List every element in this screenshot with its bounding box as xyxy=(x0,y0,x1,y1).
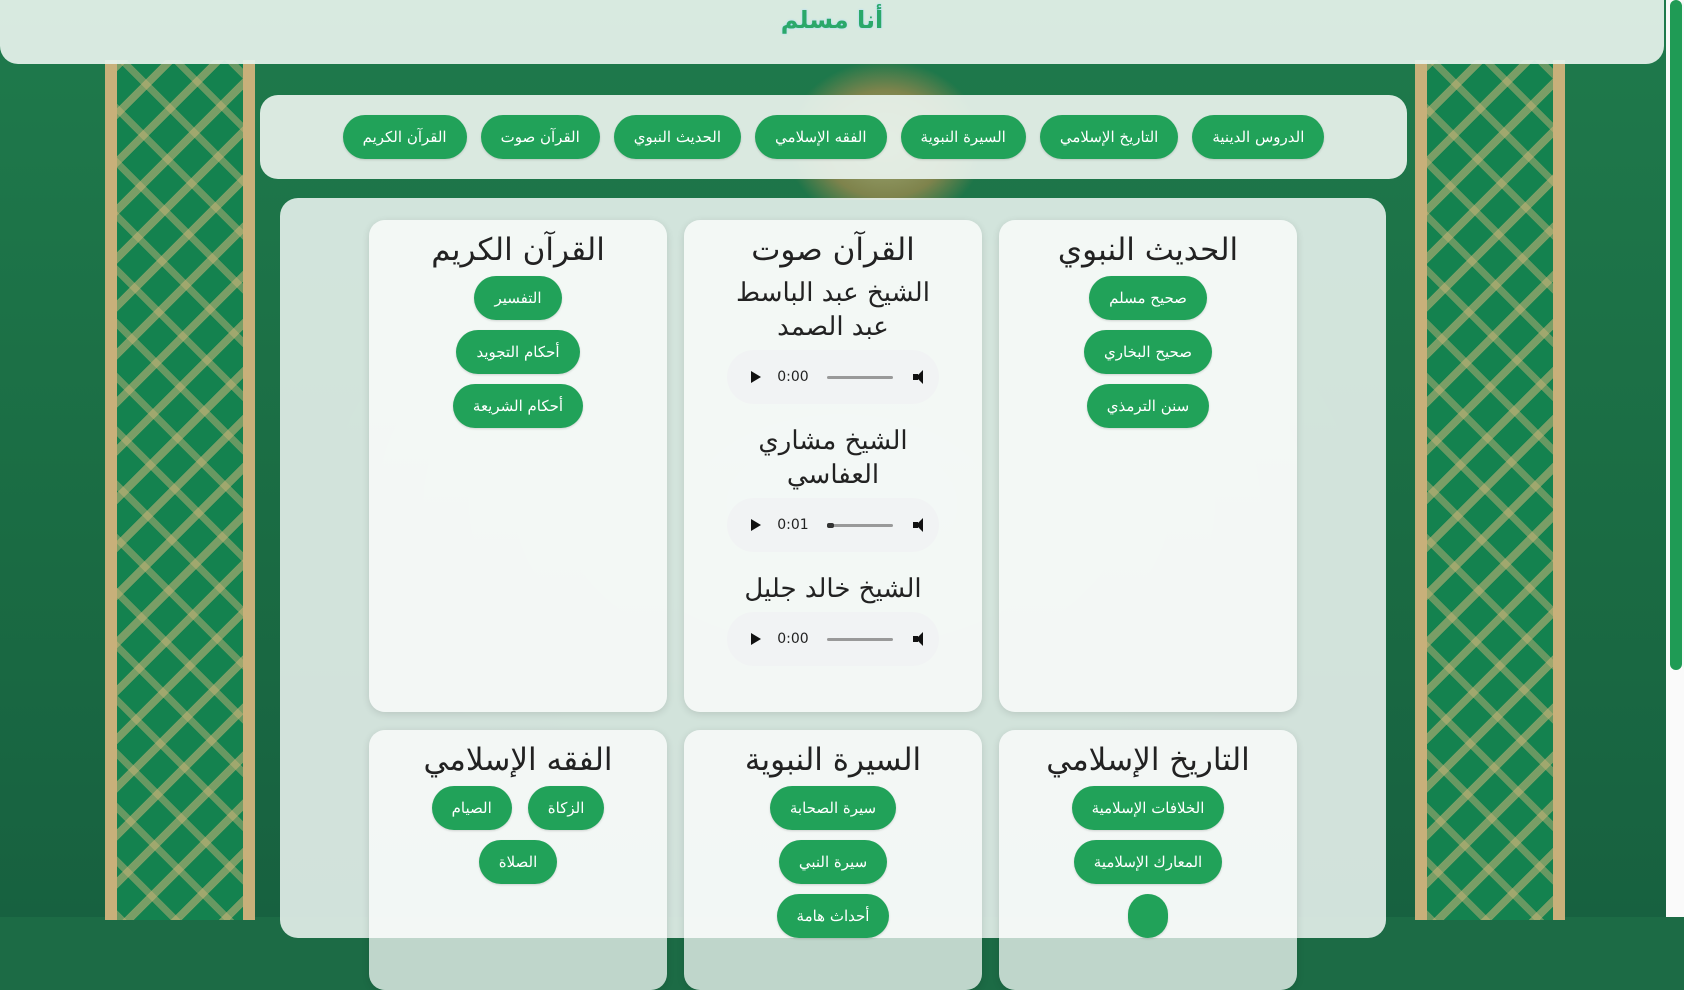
card-title: التاريخ الإسلامي xyxy=(1046,742,1250,778)
caliphates-button[interactable]: الخلافات الإسلامية xyxy=(1071,786,1225,830)
audio-player[interactable]: 0:00 xyxy=(727,350,939,404)
card-islamic-history: التاريخ الإسلامي الخلافات الإسلامية المع… xyxy=(999,730,1297,990)
nav-quran[interactable]: القرآن الكريم xyxy=(342,115,467,159)
nav-quran-audio[interactable]: القرآن صوت xyxy=(480,115,600,159)
audio-seek-bar[interactable] xyxy=(827,375,893,379)
audio-time: 0:00 xyxy=(777,369,809,385)
audio-seek-bar[interactable] xyxy=(827,637,893,641)
play-icon[interactable] xyxy=(751,633,761,645)
fasting-button[interactable]: الصيام xyxy=(431,786,512,830)
companions-biography-button[interactable]: سيرة الصحابة xyxy=(769,786,897,830)
sharia-rulings-button[interactable]: أحكام الشريعة xyxy=(452,384,584,428)
nav-hadith[interactable]: الحديث النبوي xyxy=(613,115,742,159)
card-title: الفقه الإسلامي xyxy=(423,742,613,778)
play-icon[interactable] xyxy=(751,519,761,531)
important-events-button[interactable]: أحداث هامة xyxy=(776,894,890,938)
card-seerah: السيرة النبوية سيرة الصحابة سيرة النبي أ… xyxy=(684,730,982,990)
audio-time: 0:01 xyxy=(777,517,809,533)
battles-button[interactable]: المعارك الإسلامية xyxy=(1073,840,1223,884)
nav-islamic-history[interactable]: التاريخ الإسلامي xyxy=(1039,115,1179,159)
card-quran-audio: القرآن صوت الشيخ عبد الباسط عبد الصمد 0:… xyxy=(684,220,982,712)
card-fiqh: الفقه الإسلامي الزكاة الصيام الصلاة xyxy=(369,730,667,990)
card-title: القرآن الكريم xyxy=(431,232,605,268)
reciter-name: الشيخ عبد الباسط عبد الصمد xyxy=(736,278,930,342)
audio-player[interactable]: 0:01 xyxy=(727,498,939,552)
audio-seek-bar[interactable] xyxy=(827,522,893,528)
reciter-name: الشيخ خالد جليل xyxy=(744,574,922,604)
sahih-muslim-button[interactable]: صحيح مسلم xyxy=(1089,276,1207,320)
nav-religious-lessons[interactable]: الدروس الدينية xyxy=(1192,115,1325,159)
card-hadith: الحديث النبوي صحيح مسلم صحيح البخاري سنن… xyxy=(999,220,1297,712)
content-area: القرآن الكريم التفسير أحكام التجويد أحكا… xyxy=(280,198,1386,990)
scrollbar[interactable] xyxy=(1666,0,1684,917)
decorative-panel-right xyxy=(1415,60,1565,920)
main-nav: الدروس الدينية التاريخ الإسلامي السيرة ا… xyxy=(260,95,1407,179)
card-title: السيرة النبوية xyxy=(744,742,922,778)
audio-player[interactable]: 0:00 xyxy=(727,612,939,666)
prayer-button[interactable]: الصلاة xyxy=(478,840,558,884)
header: أنا مسلم xyxy=(0,0,1664,64)
scrollbar-thumb[interactable] xyxy=(1670,0,1682,670)
nav-seerah[interactable]: السيرة النبوية xyxy=(900,115,1026,159)
card-title: الحديث النبوي xyxy=(1057,232,1239,268)
prophet-biography-button[interactable]: سيرة النبي xyxy=(778,840,888,884)
tafsir-button[interactable]: التفسير xyxy=(474,276,562,320)
audio-time: 0:00 xyxy=(777,631,809,647)
audio-progress xyxy=(827,522,834,528)
zakat-button[interactable]: الزكاة xyxy=(527,786,605,830)
more-history-button[interactable] xyxy=(1128,894,1168,938)
nav-fiqh[interactable]: الفقه الإسلامي xyxy=(755,115,887,159)
volume-icon[interactable] xyxy=(913,517,929,533)
tajweed-button[interactable]: أحكام التجويد xyxy=(456,330,580,374)
decorative-panel-left xyxy=(105,60,255,920)
sahih-bukhari-button[interactable]: صحيح البخاري xyxy=(1084,330,1212,374)
card-title: القرآن صوت xyxy=(751,232,915,268)
card-quran: القرآن الكريم التفسير أحكام التجويد أحكا… xyxy=(369,220,667,712)
volume-icon[interactable] xyxy=(913,631,929,647)
play-icon[interactable] xyxy=(751,371,761,383)
sunan-tirmidhi-button[interactable]: سنن الترمذي xyxy=(1086,384,1210,428)
reciter-name: الشيخ مشاري العفاسي xyxy=(758,426,908,490)
volume-icon[interactable] xyxy=(913,369,929,385)
site-title[interactable]: أنا مسلم xyxy=(781,6,884,34)
